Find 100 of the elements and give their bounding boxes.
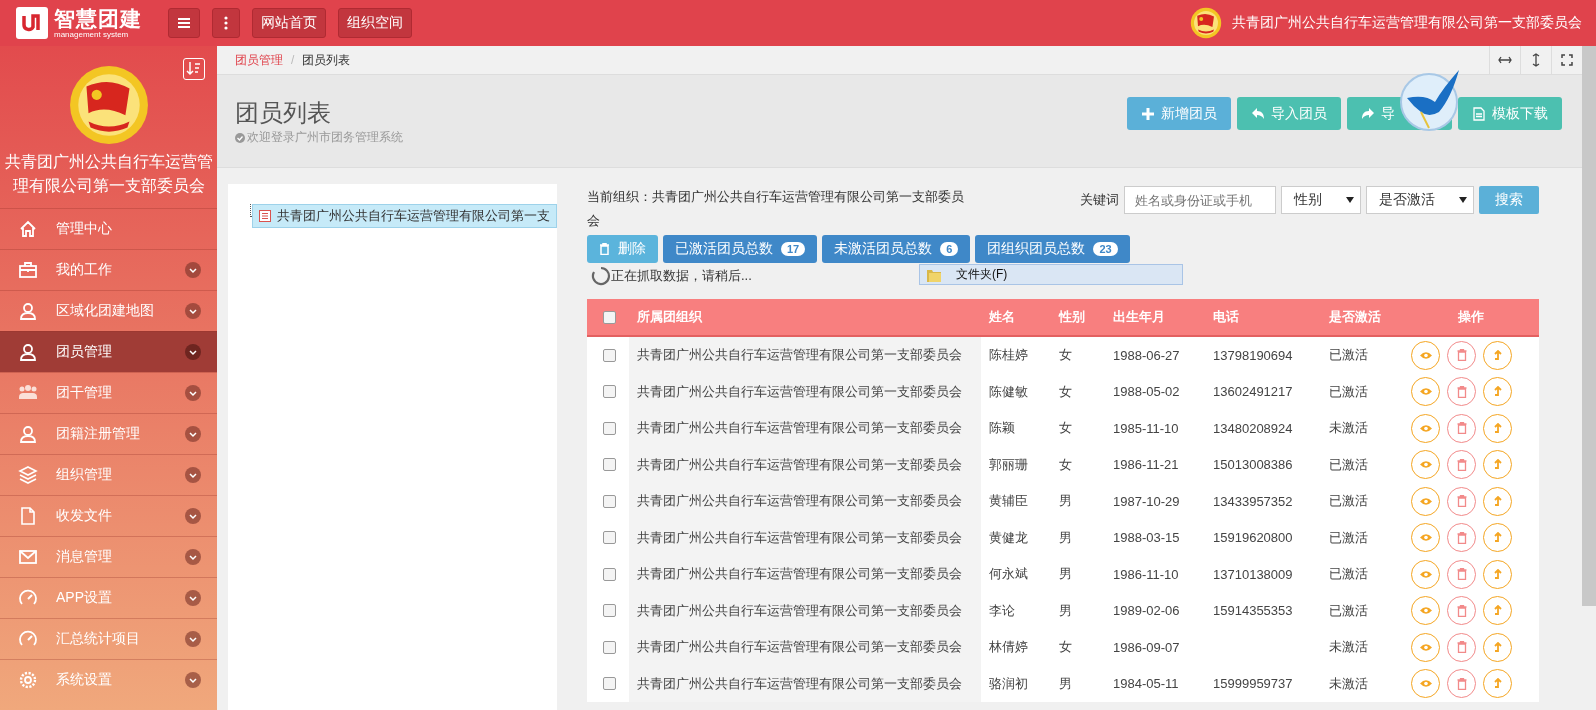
count-button[interactable]: 未激活团员总数 6 [822, 235, 971, 263]
sidebar-item[interactable]: 组织管理 [0, 454, 217, 495]
gender-select[interactable]: 性别 [1281, 186, 1361, 214]
nav-button[interactable]: 网站首页 [252, 8, 326, 38]
table-cell: 陈桂婷 [989, 347, 1028, 363]
row-checkbox[interactable] [603, 421, 616, 435]
view-button[interactable] [1411, 413, 1440, 443]
delete-row-button[interactable] [1447, 559, 1476, 589]
arrow-up-icon [1493, 495, 1502, 507]
count-button[interactable]: 已激活团员总数 17 [663, 235, 818, 263]
table-cell: 未激活 [1329, 675, 1368, 691]
trash-icon [1456, 495, 1467, 508]
breadcrumb-link[interactable]: 团员管理 [235, 51, 283, 69]
sidebar-item[interactable]: 管理中心 [0, 208, 217, 249]
table-cell: 15919620800 [1213, 530, 1293, 546]
collapse-button[interactable] [183, 58, 205, 80]
view-button[interactable] [1411, 523, 1440, 553]
count-badge: 23 [1093, 242, 1118, 256]
sidebar-item[interactable]: APP设置 [0, 577, 217, 618]
sidebar-item[interactable]: 我的工作 [0, 249, 217, 290]
delete-row-button[interactable] [1447, 632, 1476, 662]
table-cell: 1984-05-11 [1113, 676, 1179, 692]
view-button[interactable] [1411, 596, 1440, 626]
organization-name: 共青团广州公共自行车运营管理有限公司第一支部委员会 [3, 152, 214, 196]
upload-button[interactable] [1483, 632, 1512, 662]
row-checkbox[interactable] [603, 640, 616, 654]
count-button[interactable]: 团组织团员总数 23 [975, 235, 1130, 263]
row-checkbox[interactable] [603, 348, 616, 362]
activation-select[interactable]: 是否激活 [1366, 186, 1474, 214]
view-button[interactable] [1411, 632, 1440, 662]
column-header: 操作 [1403, 299, 1539, 336]
table-cell: 男 [1059, 493, 1072, 509]
delete-row-button[interactable] [1447, 523, 1476, 553]
table-cell: 1986-11-21 [1113, 457, 1179, 473]
upload-button[interactable] [1483, 377, 1512, 407]
table-cell: 1988-03-15 [1113, 530, 1180, 546]
table-cell: 已激活 [1329, 383, 1368, 399]
table-cell: 共青团广州公共自行车运营管理有限公司第一支部委员会 [637, 529, 962, 545]
row-checkbox[interactable] [603, 604, 616, 618]
delete-row-button[interactable] [1447, 340, 1476, 370]
add-button[interactable]: 新增团员 [1127, 97, 1231, 130]
view-button[interactable] [1411, 486, 1440, 516]
eye-icon [1418, 423, 1433, 433]
upload-button[interactable] [1483, 596, 1512, 626]
table-cell: 1987-10-29 [1113, 493, 1180, 509]
search-button[interactable]: 搜索 [1479, 186, 1539, 214]
scrollbar[interactable] [1582, 46, 1596, 606]
view-button[interactable] [1411, 450, 1440, 480]
view-button[interactable] [1411, 340, 1440, 370]
upload-button[interactable] [1483, 413, 1512, 443]
row-checkbox[interactable] [603, 385, 616, 399]
row-checkbox[interactable] [603, 567, 616, 581]
delete-row-button[interactable] [1447, 669, 1476, 699]
upload-button[interactable] [1483, 450, 1512, 480]
delete-row-button[interactable] [1447, 413, 1476, 443]
column-header: 姓名 [981, 299, 1051, 336]
trash-icon [599, 243, 610, 255]
row-checkbox[interactable] [603, 458, 616, 472]
row-checkbox[interactable] [603, 531, 616, 545]
upload-button[interactable] [1483, 486, 1512, 516]
briefcase-icon [18, 260, 38, 280]
view-button[interactable] [1411, 559, 1440, 589]
delete-row-button[interactable] [1447, 486, 1476, 516]
delete-row-button[interactable] [1447, 377, 1476, 407]
import-button[interactable]: 导入团员 [1237, 97, 1341, 130]
trash-icon [1456, 349, 1467, 362]
more-button[interactable] [212, 8, 240, 38]
horizontal-arrows-icon [1498, 56, 1512, 64]
upload-button[interactable] [1483, 340, 1512, 370]
sidebar-item[interactable]: 收发文件 [0, 495, 217, 536]
sidebar-item[interactable]: 汇总统计项目 [0, 618, 217, 659]
user-icon [18, 424, 38, 444]
app-subtitle: management system [54, 30, 130, 39]
table-cell: 共青团广州公共自行车运营管理有限公司第一支部委员会 [637, 639, 962, 655]
select-all-checkbox[interactable] [603, 310, 616, 324]
sidebar-item[interactable]: 团干管理 [0, 372, 217, 413]
context-popup[interactable]: 文件夹(F) [919, 264, 1183, 285]
loading-text: 正在抓取数据，请稍后... [611, 267, 752, 285]
delete-row-button[interactable] [1447, 450, 1476, 480]
nav-button[interactable]: 组织空间 [338, 8, 412, 38]
menu-button[interactable] [168, 8, 200, 38]
table-cell: 男 [1059, 566, 1072, 582]
upload-button[interactable] [1483, 669, 1512, 699]
sidebar-item[interactable]: 团籍注册管理 [0, 413, 217, 454]
template-button[interactable]: 模板下载 [1458, 97, 1562, 130]
upload-button[interactable] [1483, 559, 1512, 589]
table-cell: 未激活 [1329, 639, 1368, 655]
sidebar-item[interactable]: 系统设置 [0, 659, 217, 700]
trash-icon [1456, 641, 1467, 654]
sidebar-item[interactable]: 团员管理 [0, 331, 217, 372]
sidebar-item[interactable]: 消息管理 [0, 536, 217, 577]
tree-node[interactable]: 共青团广州公共自行车运营管理有限公司第一支 [252, 204, 557, 228]
keyword-field[interactable]: 姓名或身份证或手机 [1124, 186, 1276, 214]
delete-button[interactable]: 删除 [587, 235, 658, 263]
view-button[interactable] [1411, 377, 1440, 407]
row-checkbox[interactable] [603, 677, 616, 691]
row-checkbox[interactable] [603, 494, 616, 508]
view-button[interactable] [1411, 669, 1440, 699]
upload-button[interactable] [1483, 523, 1512, 553]
delete-row-button[interactable] [1447, 596, 1476, 626]
